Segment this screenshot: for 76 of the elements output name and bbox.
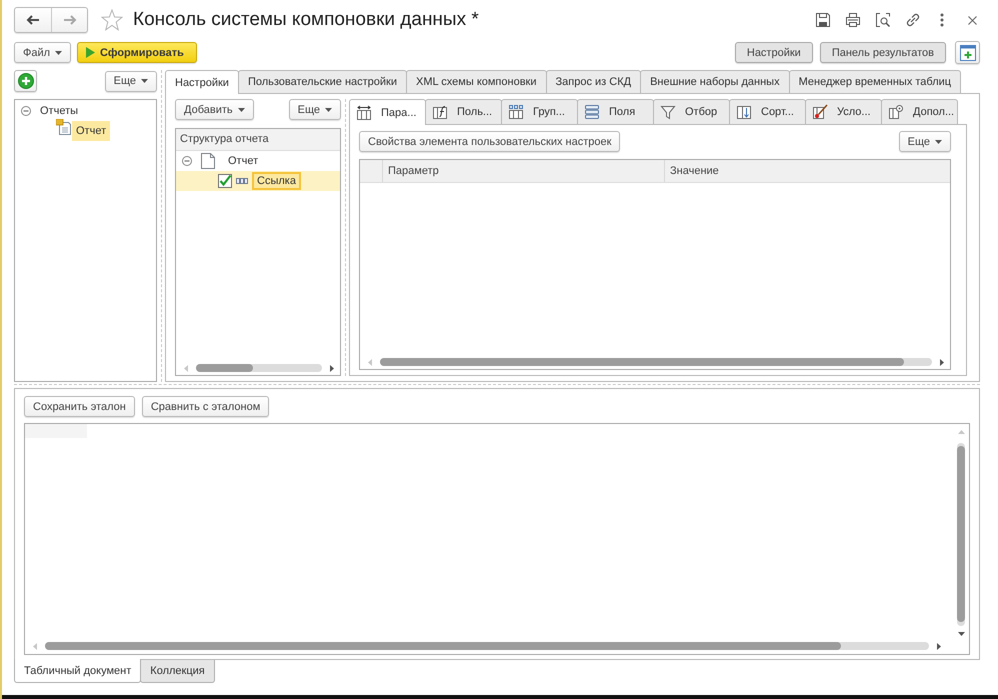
main-tab[interactable]: Менеджер временных таблиц <box>788 70 962 93</box>
more-button[interactable]: Еще <box>288 99 341 120</box>
report-document-icon <box>56 119 72 135</box>
scrollbar-track[interactable] <box>196 364 322 372</box>
caret-icon <box>935 140 942 144</box>
caret-icon <box>55 50 62 54</box>
properties-button[interactable]: Свойства элемента пользовательских настроек <box>359 131 620 152</box>
settings-tab[interactable]: Допол... <box>881 99 958 124</box>
brush-icon <box>812 104 828 120</box>
tree-item[interactable]: Отчеты <box>40 101 82 121</box>
reference-button[interactable]: Сравнить с эталоном <box>142 396 270 417</box>
tree-row[interactable]: Ссылка <box>176 171 340 191</box>
caret-icon <box>141 79 148 83</box>
play-icon <box>86 47 96 58</box>
grouping-icon <box>236 178 248 184</box>
add-button[interactable]: Добавить <box>175 99 254 120</box>
collapse-icon[interactable] <box>21 106 31 116</box>
add-icon <box>18 73 34 89</box>
new-window-button[interactable] <box>955 41 980 64</box>
column-arrows-icon <box>356 104 372 120</box>
main-tab[interactable]: XML схемы компоновки <box>406 70 546 93</box>
arrow-left-icon <box>26 14 40 26</box>
page-icon <box>201 153 215 169</box>
panel-toggle-button[interactable]: Настройки <box>734 42 813 63</box>
link-icon[interactable] <box>905 12 921 28</box>
main-tab[interactable]: Пользовательские настройки <box>238 70 408 93</box>
column-header[interactable]: Значение <box>665 160 950 182</box>
reference-button[interactable]: Сохранить эталон <box>24 396 135 417</box>
empty-cell <box>25 424 87 438</box>
grouping-table-icon <box>508 104 524 120</box>
settings-tab[interactable]: Отбор <box>653 99 730 124</box>
scroll-down-icon[interactable] <box>958 632 964 636</box>
panel-toggle-button[interactable]: Панель результатов <box>820 42 946 63</box>
table-curve-icon <box>432 104 448 120</box>
scroll-right-icon[interactable] <box>940 358 944 366</box>
tree-item[interactable]: Отчет <box>223 152 264 170</box>
more-button[interactable]: Еще <box>104 70 157 92</box>
caret-icon <box>325 108 332 112</box>
settings-tab[interactable]: Усло... <box>805 99 882 124</box>
settings-tab[interactable]: Поль... <box>425 99 502 124</box>
save-icon[interactable] <box>815 12 831 28</box>
generate-button[interactable]: Сформировать <box>77 42 197 63</box>
column-header[interactable]: Параметр <box>383 160 665 182</box>
collapse-icon[interactable] <box>182 156 192 166</box>
scroll-right-icon[interactable] <box>330 364 334 372</box>
results-tab[interactable]: Коллекция <box>140 660 215 683</box>
more-icon[interactable] <box>940 13 944 27</box>
gear-table-icon <box>888 104 904 120</box>
scroll-right-icon[interactable] <box>937 642 941 650</box>
window-plus-icon <box>960 44 976 60</box>
tree-item[interactable]: Отчет <box>72 121 110 141</box>
print-icon[interactable] <box>845 12 861 28</box>
arrow-right-icon <box>62 14 76 26</box>
preview-icon[interactable] <box>875 12 891 28</box>
settings-tab[interactable]: Поля <box>577 99 654 124</box>
star-icon[interactable] <box>101 9 123 31</box>
settings-tab[interactable]: Груп... <box>501 99 578 124</box>
add-report-button[interactable] <box>14 70 37 92</box>
more-button[interactable]: Еще <box>898 131 951 152</box>
caret-icon <box>238 108 245 112</box>
file-menu-button[interactable]: Файл <box>14 42 72 63</box>
settings-tab[interactable]: Сорт... <box>729 99 806 124</box>
close-icon[interactable] <box>968 16 977 24</box>
window-title: Консоль системы компоновки данных * <box>133 9 479 31</box>
tree-header: Структура отчета <box>176 129 340 151</box>
main-tab[interactable]: Настройки <box>165 70 239 94</box>
settings-tab[interactable]: Пара... <box>349 99 426 125</box>
filter-icon <box>660 104 676 120</box>
tree-item-label: Ссылка <box>252 172 301 190</box>
checkbox[interactable] <box>218 174 232 188</box>
results-tab[interactable]: Табличный документ <box>14 659 142 683</box>
field-list-icon <box>584 104 600 120</box>
sort-icon <box>736 104 752 120</box>
main-tab[interactable]: Внешние наборы данных <box>640 70 790 93</box>
scrollbar-thumb[interactable] <box>196 364 253 372</box>
main-tab[interactable]: Запрос из СКД <box>546 70 642 93</box>
